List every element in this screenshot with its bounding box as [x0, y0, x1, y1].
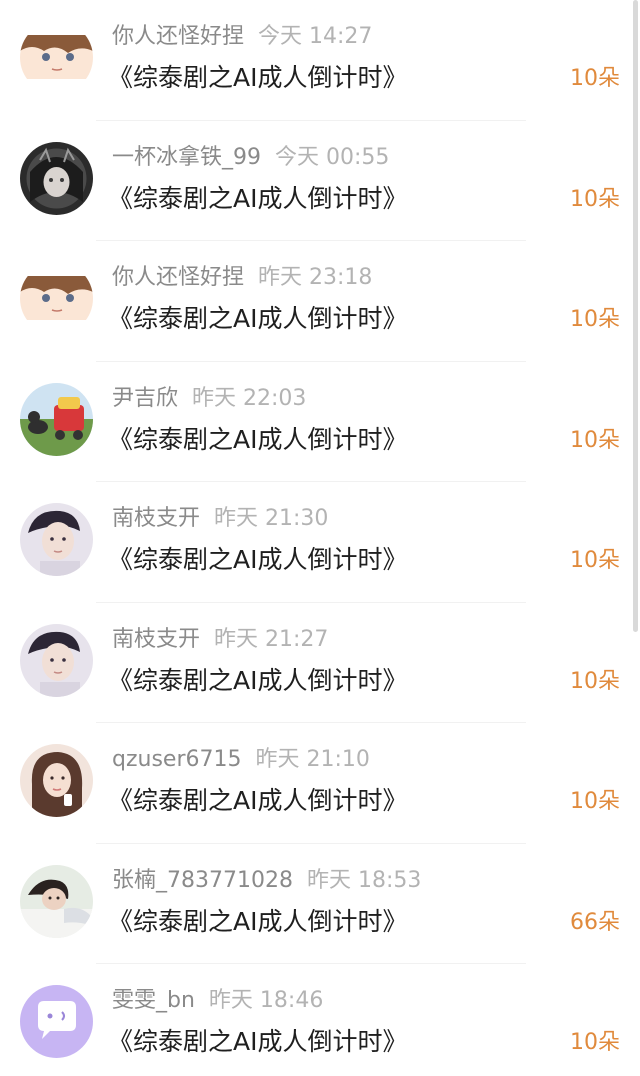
work-title[interactable]: 《综泰剧之AI成人倒计时》: [108, 783, 407, 819]
work-title[interactable]: 《综泰剧之AI成人倒计时》: [108, 181, 407, 217]
sender-name[interactable]: 你人还怪好捏: [112, 24, 244, 49]
sender-name[interactable]: 尹吉欣: [112, 386, 178, 411]
sender-meta: 南枝支开 昨天 21:27: [112, 625, 328, 655]
sender-name[interactable]: 张楠_783771028: [112, 868, 293, 893]
scrollbar[interactable]: [633, 0, 638, 632]
flower-amount: 10朵: [570, 307, 620, 332]
gift-record-page: 你人还怪好捏 今天 14:27 《综泰剧之AI成人倒计时》 10朵 一杯冰拿铁_…: [0, 0, 640, 1076]
man-portrait-avatar-icon[interactable]: [20, 623, 93, 697]
anime-boy-avatar-icon[interactable]: [20, 262, 93, 335]
sender-meta: 你人还怪好捏 昨天 23:18: [112, 263, 372, 293]
sender-meta: 张楠_783771028 昨天 18:53: [112, 866, 421, 896]
send-time: 昨天 23:18: [258, 265, 373, 290]
flower-amount: 10朵: [570, 186, 620, 212]
sender-name[interactable]: 雯雯_bn: [112, 988, 195, 1013]
gift-list: 你人还怪好捏 今天 14:27 《综泰剧之AI成人倒计时》 10朵 一杯冰拿铁_…: [0, 0, 640, 1076]
flower-amount: 10朵: [570, 66, 620, 91]
sender-meta: 尹吉欣 昨天 22:03: [112, 384, 306, 414]
sender-name[interactable]: 你人还怪好捏: [112, 265, 244, 290]
send-time: 昨天 21:10: [255, 747, 370, 772]
sender-name[interactable]: 南枝支开: [112, 506, 200, 531]
send-time: 今天 14:27: [258, 24, 373, 49]
list-item[interactable]: 你人还怪好捏 昨天 23:18 《综泰剧之AI成人倒计时》 10朵: [0, 241, 640, 362]
flower-amount: 10朵: [570, 668, 620, 694]
work-title[interactable]: 《综泰剧之AI成人倒计时》: [108, 904, 407, 940]
flower-amount: 10朵: [570, 427, 620, 453]
man-portrait-avatar-icon[interactable]: [20, 503, 93, 576]
work-title[interactable]: 《综泰剧之AI成人倒计时》: [108, 1024, 407, 1060]
sender-name[interactable]: 一杯冰拿铁_99: [112, 145, 261, 170]
list-item[interactable]: 尹吉欣 昨天 22:03 《综泰剧之AI成人倒计时》 10朵: [0, 362, 640, 482]
send-time: 昨天 22:03: [192, 385, 307, 411]
woman-lying-avatar-icon[interactable]: [20, 864, 93, 938]
list-item[interactable]: 你人还怪好捏 今天 14:27 《综泰剧之AI成人倒计时》 10朵: [0, 0, 640, 121]
dark-anime-girl-avatar-icon[interactable]: [20, 141, 93, 215]
flower-amount: 66朵: [570, 909, 620, 935]
sender-name[interactable]: qzuser6715: [112, 747, 242, 772]
sender-meta: qzuser6715 昨天 21:10: [112, 745, 370, 775]
sender-meta: 雯雯_bn 昨天 18:46: [112, 986, 323, 1016]
send-time: 昨天 21:27: [214, 626, 329, 652]
send-time: 昨天 18:46: [208, 988, 324, 1013]
sender-meta: 南枝支开 昨天 21:30: [112, 504, 328, 534]
send-time: 昨天 21:30: [214, 506, 329, 531]
sender-meta: 一杯冰拿铁_99 今天 00:55: [112, 143, 389, 173]
work-title[interactable]: 《综泰剧之AI成人倒计时》: [108, 663, 407, 699]
anime-boy-avatar-icon[interactable]: [20, 21, 93, 94]
sender-name[interactable]: 南枝支开: [112, 627, 200, 652]
work-title[interactable]: 《综泰剧之AI成人倒计时》: [108, 542, 407, 578]
woman-portrait-avatar-icon[interactable]: [20, 744, 93, 817]
work-title[interactable]: 《综泰剧之AI成人倒计时》: [108, 422, 407, 458]
chat-bubble-avatar-icon[interactable]: [20, 985, 93, 1058]
work-title[interactable]: 《综泰剧之AI成人倒计时》: [108, 301, 407, 337]
list-item[interactable]: 南枝支开 昨天 21:27 《综泰剧之AI成人倒计时》 10朵: [0, 603, 640, 723]
send-time: 昨天 18:53: [306, 867, 422, 893]
sender-meta: 你人还怪好捏 今天 14:27: [112, 22, 372, 52]
work-title[interactable]: 《综泰剧之AI成人倒计时》: [108, 60, 407, 96]
flower-amount: 10朵: [570, 1030, 620, 1055]
dog-and-cart-avatar-icon[interactable]: [20, 382, 93, 456]
flower-amount: 10朵: [570, 789, 620, 814]
list-item[interactable]: 南枝支开 昨天 21:30 《综泰剧之AI成人倒计时》 10朵: [0, 482, 640, 603]
list-item[interactable]: qzuser6715 昨天 21:10 《综泰剧之AI成人倒计时》 10朵: [0, 723, 640, 844]
list-item[interactable]: 张楠_783771028 昨天 18:53 《综泰剧之AI成人倒计时》 66朵: [0, 844, 640, 964]
send-time: 今天 00:55: [275, 144, 390, 170]
list-item[interactable]: 一杯冰拿铁_99 今天 00:55 《综泰剧之AI成人倒计时》 10朵: [0, 121, 640, 241]
flower-amount: 10朵: [570, 548, 620, 573]
list-item[interactable]: 雯雯_bn 昨天 18:46 《综泰剧之AI成人倒计时》 10朵: [0, 964, 640, 1076]
